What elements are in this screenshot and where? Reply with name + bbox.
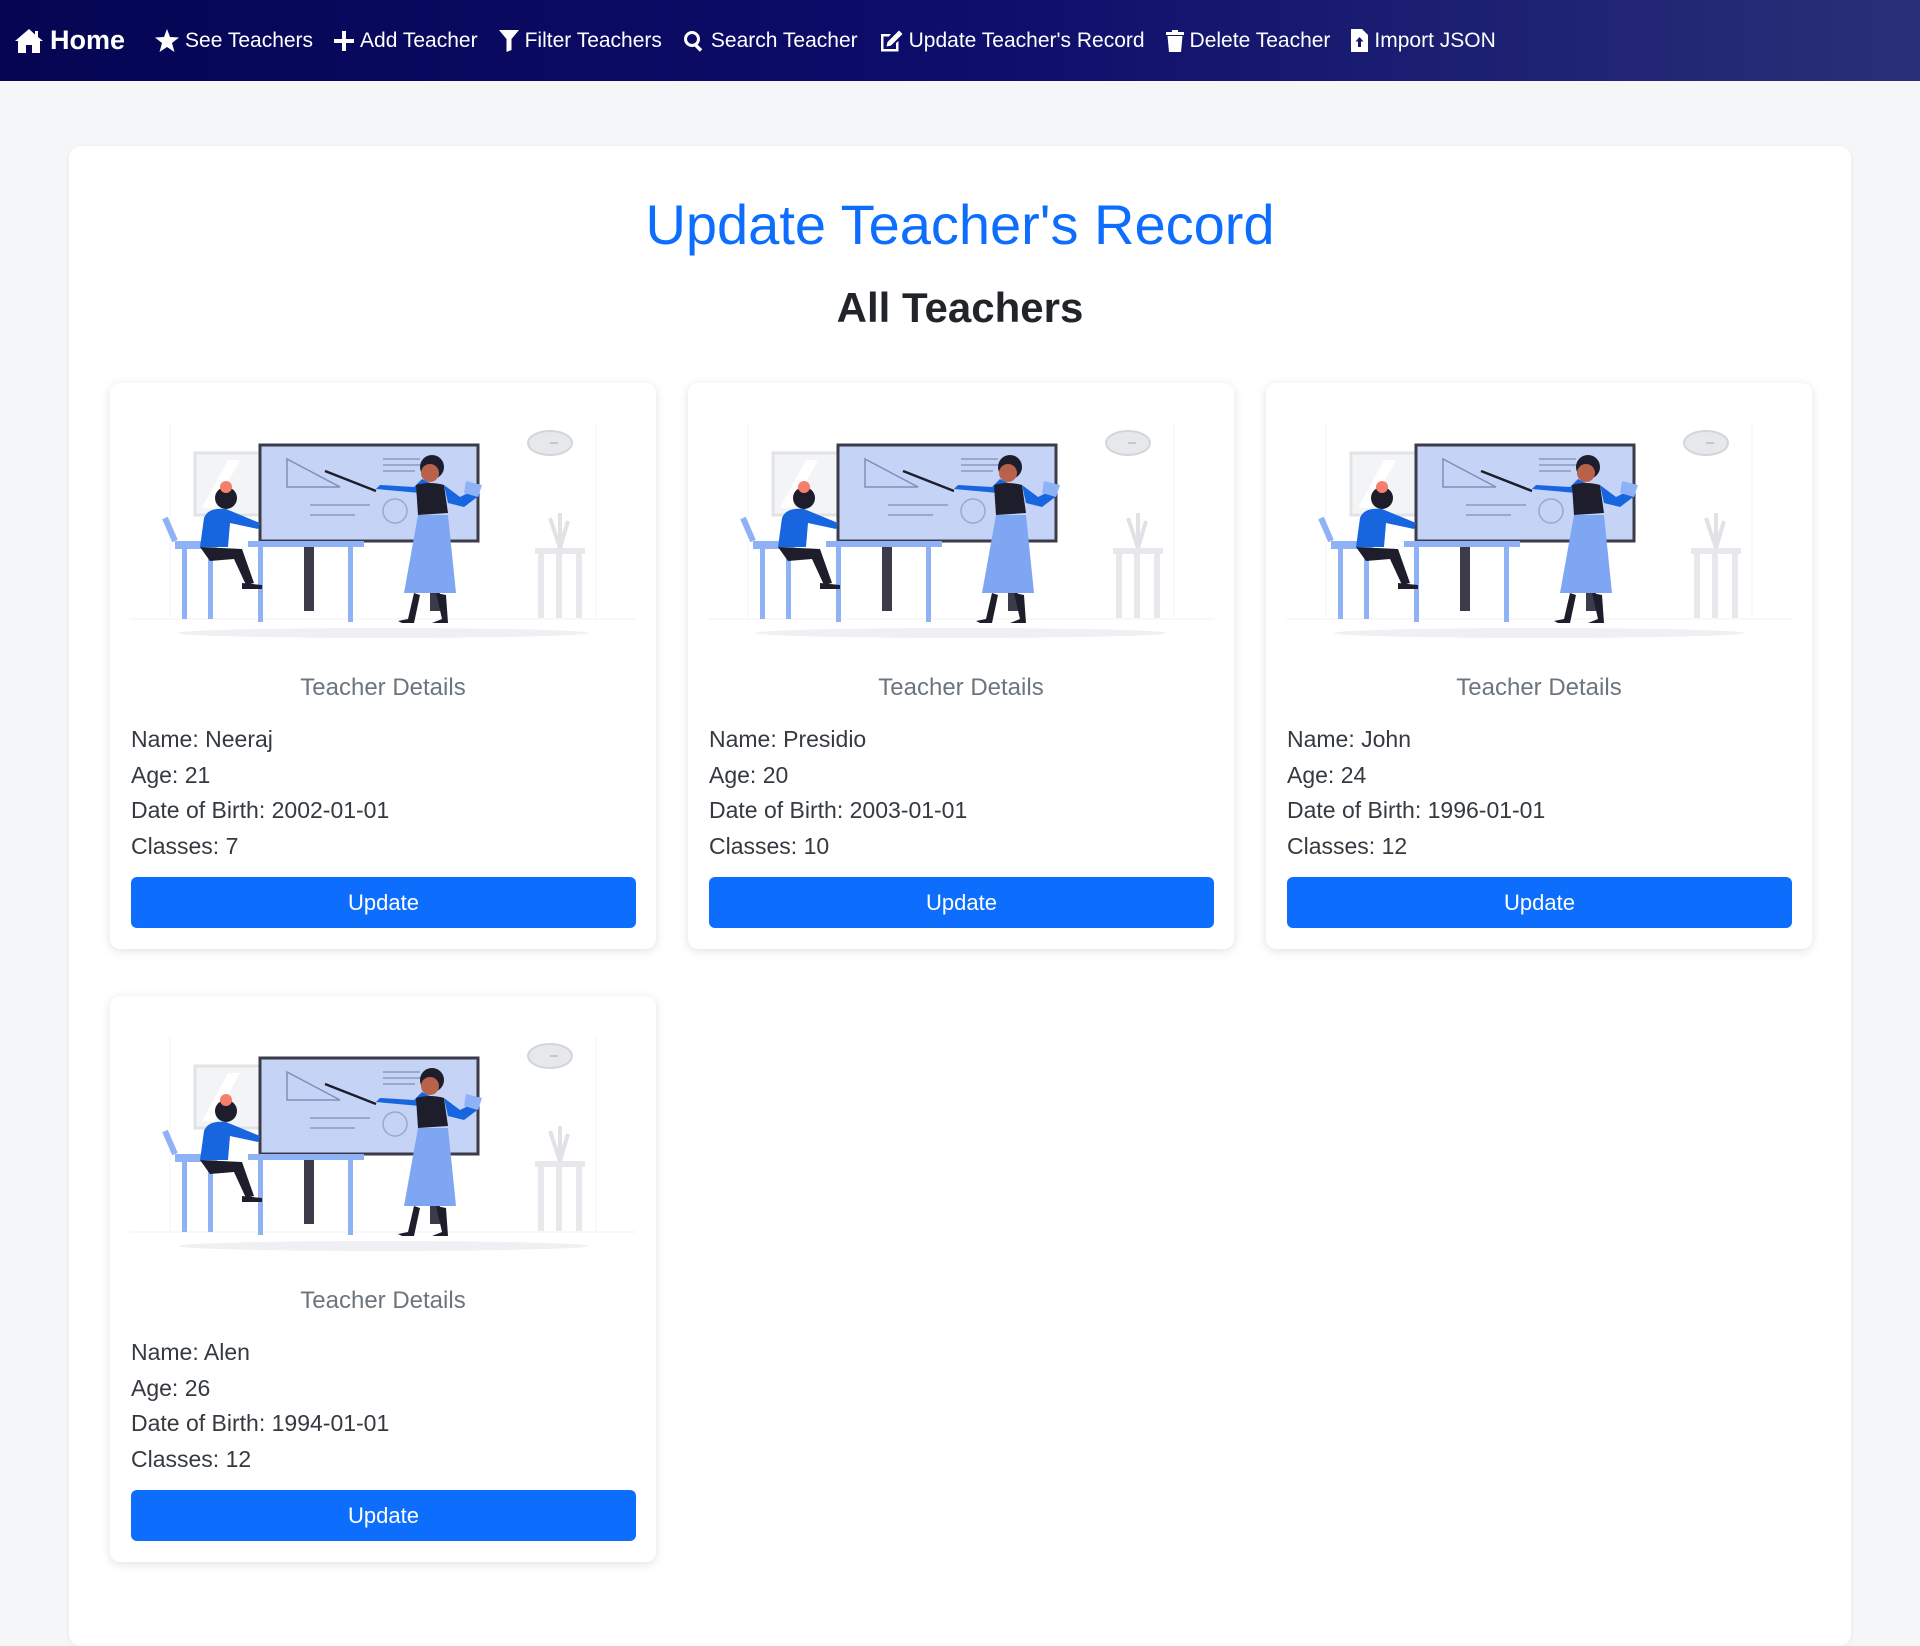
card-subtitle: Teacher Details — [878, 674, 1044, 701]
card-subtitle: Teacher Details — [1456, 674, 1622, 701]
top-navbar: Home See Teachers Add Teacher Filter Tea… — [0, 0, 1920, 81]
nav-filter-teachers-label: Filter Teachers — [524, 28, 662, 52]
teacher-name: Name: Alen — [131, 1339, 250, 1365]
teacher-age: Age: 24 — [1287, 762, 1367, 788]
nav-import-json-label: Import JSON — [1374, 28, 1496, 52]
search-icon — [683, 30, 703, 52]
card-subtitle: Teacher Details — [300, 1287, 466, 1314]
nav-delete-teacher-label: Delete Teacher — [1189, 28, 1331, 52]
nav-delete-teacher[interactable]: Delete Teacher — [1165, 28, 1331, 53]
file-import-icon — [1351, 29, 1369, 52]
page-title: Update Teacher's Record — [645, 193, 1275, 256]
teacher-classes: Classes: 7 — [131, 833, 239, 859]
teacher-illustration — [130, 1036, 636, 1256]
edit-icon — [880, 30, 903, 51]
nav-update-teacher[interactable]: Update Teacher's Record — [879, 29, 1145, 53]
teacher-dob: Date of Birth: 2003-01-01 — [709, 797, 968, 823]
nav-update-teacher-label: Update Teacher's Record — [908, 28, 1145, 52]
teacher-card: Teacher Details Name: Presidio Age: 20 D… — [688, 383, 1234, 949]
nav-import-json[interactable]: Import JSON — [1351, 28, 1496, 53]
nav-add-teacher[interactable]: Add Teacher — [334, 29, 478, 53]
teacher-dob: Date of Birth: 1994-01-01 — [131, 1410, 390, 1436]
teacher-card: Teacher Details Name: Neeraj Age: 21 Dat… — [110, 383, 656, 949]
nav-home-label: Home — [50, 25, 126, 55]
trash-icon — [1165, 29, 1184, 52]
teacher-illustration — [1286, 423, 1792, 643]
teacher-age: Age: 26 — [131, 1375, 211, 1401]
update-button[interactable]: Update — [131, 1490, 636, 1541]
filter-icon — [498, 29, 519, 52]
home-icon — [15, 28, 43, 53]
update-button[interactable]: Update — [131, 877, 636, 928]
teacher-illustration — [708, 423, 1214, 643]
nav-add-teacher-label: Add Teacher — [360, 28, 478, 52]
update-button[interactable]: Update — [709, 877, 1214, 928]
teacher-card: Teacher Details Name: Alen Age: 26 Date … — [110, 996, 656, 1562]
star-icon — [155, 29, 180, 52]
nav-search-teacher[interactable]: Search Teacher — [683, 29, 858, 53]
nav-home-link[interactable]: Home — [14, 25, 125, 56]
card-subtitle: Teacher Details — [300, 674, 466, 701]
teacher-classes: Classes: 12 — [131, 1446, 252, 1472]
nav-filter-teachers[interactable]: Filter Teachers — [498, 28, 662, 53]
teacher-card: Teacher Details Name: John Age: 24 Date … — [1266, 383, 1812, 949]
teacher-illustration — [130, 423, 636, 643]
teacher-name: Name: Neeraj — [131, 726, 273, 752]
teacher-name: Name: John — [1287, 726, 1412, 752]
teacher-age: Age: 20 — [709, 762, 789, 788]
section-title: All Teachers — [836, 284, 1084, 331]
plus-icon — [334, 30, 355, 51]
nav-search-teacher-label: Search Teacher — [710, 28, 858, 52]
nav-see-teachers-label: See Teachers — [185, 28, 314, 52]
teacher-age: Age: 21 — [131, 762, 211, 788]
teacher-classes: Classes: 12 — [1287, 833, 1408, 859]
teacher-dob: Date of Birth: 2002-01-01 — [131, 797, 390, 823]
teacher-classes: Classes: 10 — [709, 833, 830, 859]
update-button[interactable]: Update — [1287, 877, 1792, 928]
teacher-name: Name: Presidio — [709, 726, 867, 752]
teacher-dob: Date of Birth: 1996-01-01 — [1287, 797, 1546, 823]
nav-see-teachers[interactable]: See Teachers — [155, 29, 313, 53]
